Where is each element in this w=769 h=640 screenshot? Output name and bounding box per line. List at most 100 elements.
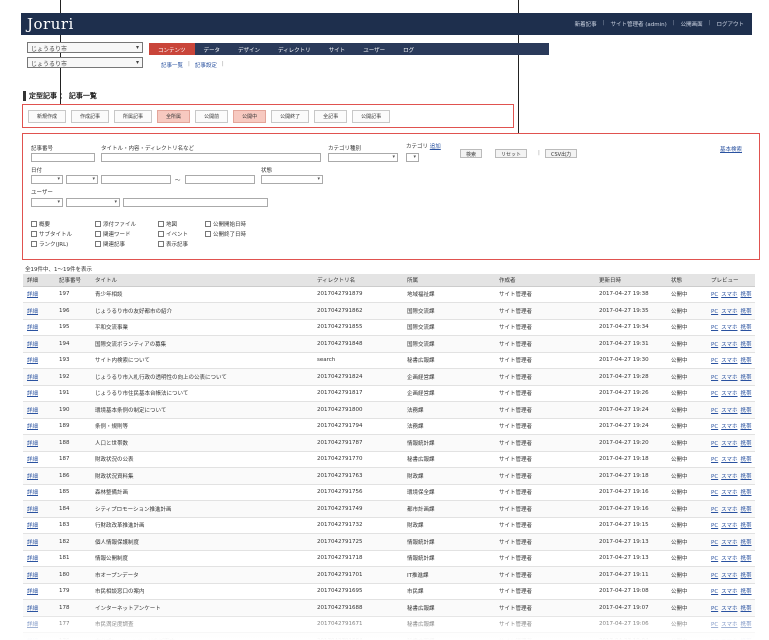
date-type-select[interactable] (31, 175, 63, 184)
sublink-doc-settings[interactable]: 記事設定 (195, 61, 217, 69)
preview-mobile-link[interactable]: 携帯 (741, 573, 752, 579)
preview-pc-link[interactable]: PC (711, 292, 718, 298)
menu-log[interactable]: ログ (394, 43, 423, 55)
cattype-select[interactable] (328, 153, 398, 162)
top-link-logout[interactable]: ログアウト (716, 20, 744, 28)
preview-pc-link[interactable]: PC (711, 408, 718, 414)
public-docs-button[interactable]: 公開記事 (352, 109, 391, 123)
preview-pc-link[interactable]: PC (711, 342, 718, 348)
preview-pc-link[interactable]: PC (711, 391, 718, 397)
checkbox-event[interactable]: イベント (158, 230, 188, 238)
preview-mobile-link[interactable]: 携帯 (741, 424, 752, 430)
detail-link[interactable]: 詳細 (27, 573, 38, 579)
preview-smartphone-link[interactable]: スマホ (721, 523, 737, 529)
preview-pc-link[interactable]: PC (711, 490, 718, 496)
preview-pc-link[interactable]: PC (711, 325, 718, 331)
preview-smartphone-link[interactable]: スマホ (721, 540, 737, 546)
detail-link[interactable]: 詳細 (27, 589, 38, 595)
detail-link[interactable]: 詳細 (27, 342, 38, 348)
detail-link[interactable]: 詳細 (27, 606, 38, 612)
preview-smartphone-link[interactable]: スマホ (721, 606, 737, 612)
preview-mobile-link[interactable]: 携帯 (741, 523, 752, 529)
preview-smartphone-link[interactable]: スマホ (721, 441, 737, 447)
checkbox-attachments[interactable]: 添付ファイル (95, 220, 136, 228)
preview-smartphone-link[interactable]: スマホ (721, 490, 737, 496)
preview-mobile-link[interactable]: 携帯 (741, 309, 752, 315)
detail-link[interactable]: 詳細 (27, 325, 38, 331)
date-kind-select[interactable] (66, 175, 98, 184)
preview-pc-link[interactable]: PC (711, 474, 718, 480)
preview-smartphone-link[interactable]: スマホ (721, 573, 737, 579)
group-select[interactable]: じょうるり市 (27, 57, 143, 68)
detail-link[interactable]: 詳細 (27, 507, 38, 513)
preview-mobile-link[interactable]: 携帯 (741, 490, 752, 496)
preview-pc-link[interactable]: PC (711, 309, 718, 315)
preview-mobile-link[interactable]: 携帯 (741, 325, 752, 331)
status-select[interactable] (261, 175, 323, 184)
sublink-doc-list[interactable]: 記事一覧 (161, 61, 183, 69)
preview-smartphone-link[interactable]: スマホ (721, 507, 737, 513)
detail-link[interactable]: 詳細 (27, 391, 38, 397)
all-depts-button[interactable]: 全所属 (157, 109, 191, 123)
detail-link[interactable]: 詳細 (27, 457, 38, 463)
dept-docs-button[interactable]: 所属記事 (114, 109, 153, 123)
top-link-public[interactable]: 公開画面 (681, 20, 703, 28)
menu-design[interactable]: デザイン (229, 43, 269, 55)
preview-pc-link[interactable]: PC (711, 358, 718, 364)
checkbox-publish-end[interactable]: 公開終了日時 (205, 230, 246, 238)
menu-directory[interactable]: ディレクトリ (269, 43, 320, 55)
detail-link[interactable]: 詳細 (27, 490, 38, 496)
preview-smartphone-link[interactable]: スマホ (721, 408, 737, 414)
all-docs-button[interactable]: 全記事 (314, 109, 348, 123)
preview-mobile-link[interactable]: 携帯 (741, 342, 752, 348)
preview-mobile-link[interactable]: 携帯 (741, 474, 752, 480)
menu-site[interactable]: サイト (320, 43, 355, 55)
preview-mobile-link[interactable]: 携帯 (741, 391, 752, 397)
checkbox-related-words[interactable]: 関連ワード (95, 230, 131, 238)
preview-smartphone-link[interactable]: スマホ (721, 424, 737, 430)
checkbox-map[interactable]: 地図 (158, 220, 177, 228)
detail-link[interactable]: 詳細 (27, 292, 38, 298)
preview-pc-link[interactable]: PC (711, 457, 718, 463)
preview-smartphone-link[interactable]: スマホ (721, 589, 737, 595)
checkbox-related-docs[interactable]: 関連記事 (95, 240, 125, 248)
detail-link[interactable]: 詳細 (27, 309, 38, 315)
preview-pc-link[interactable]: PC (711, 556, 718, 562)
keyword-input[interactable] (101, 153, 321, 162)
preview-mobile-link[interactable]: 携帯 (741, 589, 752, 595)
user-type-select[interactable] (31, 198, 63, 207)
date-to-input[interactable] (185, 175, 255, 184)
preview-pc-link[interactable]: PC (711, 441, 718, 447)
preview-mobile-link[interactable]: 携帯 (741, 457, 752, 463)
preview-smartphone-link[interactable]: スマホ (721, 325, 737, 331)
before-publish-button[interactable]: 公開前 (195, 109, 229, 123)
top-link-new[interactable]: 新着記事 (575, 20, 597, 28)
date-from-input[interactable] (101, 175, 171, 184)
checkbox-display-docs[interactable]: 表示記事 (158, 240, 188, 248)
preview-mobile-link[interactable]: 携帯 (741, 408, 752, 414)
new-doc-button[interactable]: 新規作成 (28, 109, 67, 123)
category-select[interactable] (406, 153, 419, 162)
user-input[interactable] (123, 198, 268, 207)
preview-smartphone-link[interactable]: スマホ (721, 358, 737, 364)
published-button[interactable]: 公開中 (233, 109, 267, 123)
site-select[interactable]: じょうるり市 (27, 42, 143, 53)
preview-smartphone-link[interactable]: スマホ (721, 391, 737, 397)
detail-link[interactable]: 詳細 (27, 375, 38, 381)
reset-button[interactable]: リセット (495, 149, 528, 158)
detail-link[interactable]: 詳細 (27, 556, 38, 562)
preview-mobile-link[interactable]: 携帯 (741, 375, 752, 381)
preview-smartphone-link[interactable]: スマホ (721, 309, 737, 315)
detail-link[interactable]: 詳細 (27, 474, 38, 480)
preview-pc-link[interactable]: PC (711, 507, 718, 513)
preview-mobile-link[interactable]: 携帯 (741, 556, 752, 562)
preview-pc-link[interactable]: PC (711, 375, 718, 381)
csv-export-button[interactable]: CSV出力 (545, 149, 578, 158)
detail-link[interactable]: 詳細 (27, 441, 38, 447)
preview-smartphone-link[interactable]: スマホ (721, 375, 737, 381)
menu-data[interactable]: データ (195, 43, 230, 55)
detail-link[interactable]: 詳細 (27, 523, 38, 529)
search-button[interactable]: 検索 (460, 149, 483, 158)
detail-link[interactable]: 詳細 (27, 408, 38, 414)
preview-mobile-link[interactable]: 携帯 (741, 358, 752, 364)
